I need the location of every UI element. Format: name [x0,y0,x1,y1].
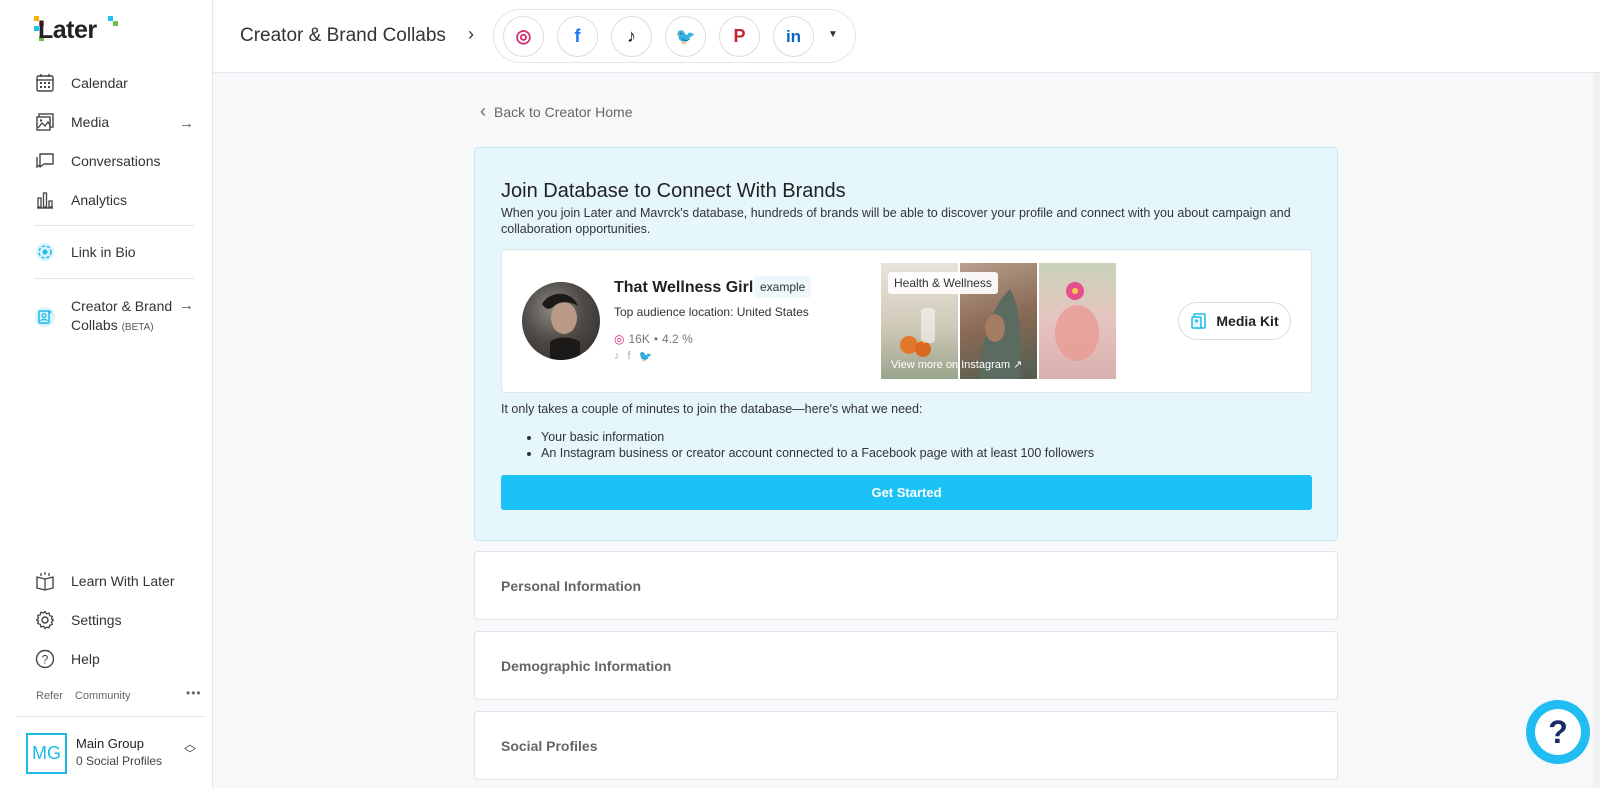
instagram-icon[interactable]: ◎ [503,16,544,57]
community-link[interactable]: Community [75,690,131,702]
sidebar-item-learn[interactable]: Learn With Later [34,566,204,596]
back-label: Back to Creator Home [494,103,633,120]
caret-down-icon[interactable]: ▼ [828,29,838,40]
card-description: When you join Later and Mavrck's databas… [501,206,1291,236]
more-options-icon[interactable]: ••• [186,686,202,700]
page-title: Creator & Brand Collabs [240,25,446,46]
sidebar-item-media[interactable]: Media → [34,107,204,137]
section-title: Personal Information [501,578,642,594]
sidebar-item-label: Help [71,650,100,667]
media-kit-label: Media Kit [1216,313,1279,329]
group-profiles-count: 0 Social Profiles [76,754,163,768]
example-profile-card: That Wellness Girl example Top audience … [501,249,1312,393]
stats-row: ◎ 16K • 4.2 % [614,332,693,346]
chevron-updown-icon[interactable]: ︿ ﹀ [184,738,196,760]
sidebar-item-conversations[interactable]: Conversations [34,146,204,176]
sidebar-item-link-in-bio[interactable]: Link in Bio [34,237,204,267]
chevron-left-icon: ‹ [480,101,486,121]
calendar-icon [34,72,56,94]
section-personal-information[interactable]: Personal Information [474,551,1338,620]
requirements-list: Your basic information An Instagram busi… [523,429,1094,461]
creator-name: That Wellness Girl [614,279,754,296]
sidebar-divider [34,225,194,226]
sidebar-item-label: Conversations [71,152,161,169]
gear-icon [34,609,56,631]
media-kit-button[interactable]: Media Kit [1178,302,1291,340]
twitter-icon: 🐦 [638,351,653,363]
get-started-button[interactable]: Get Started [501,475,1312,510]
pinterest-icon[interactable]: P [719,16,760,57]
sidebar-item-analytics[interactable]: Analytics [34,185,204,215]
view-more-instagram-link[interactable]: View more on Instagram ↗ [891,358,1022,371]
sidebar-item-label: Link in Bio [71,243,136,260]
logo-text: Later [38,15,97,44]
requirements-intro: It only takes a couple of minutes to joi… [501,402,923,416]
media-kit-icon [1191,313,1207,329]
svg-text:?: ? [42,653,49,667]
beta-badge: (BETA) [121,322,154,333]
audience-location: Top audience location: United States [614,305,809,319]
followers-count: 16K [628,332,650,346]
section-title: Social Profiles [501,738,598,754]
tiktok-icon[interactable]: ♪ [611,16,652,57]
section-social-profiles[interactable]: Social Profiles [474,711,1338,780]
scrollbar[interactable] [1593,73,1600,788]
social-profile-switcher: ◎ f ♪ 🐦 P in ▼ [493,9,856,63]
thumbnail-image [1039,263,1116,379]
instagram-thumbnails[interactable]: Health & Wellness View more on Instagram… [881,263,1118,379]
card-title: Join Database to Connect With Brands [501,180,846,202]
arrow-right-icon[interactable]: → [179,297,194,314]
category-tag: Health & Wellness [888,272,998,294]
linkedin-icon[interactable]: in [773,16,814,57]
media-icon [34,111,56,133]
secondary-socials: ♪ f 🐦 [614,350,652,363]
top-bar: Creator & Brand Collabs › ◎ f ♪ 🐦 P in ▼ [213,0,1600,73]
group-avatar: MG [26,733,67,774]
help-icon: ? [34,648,56,670]
later-logo[interactable]: Later [32,14,118,46]
section-title: Demographic Information [501,658,672,674]
sidebar-item-label: Media [71,113,110,130]
arrow-right-icon[interactable]: → [179,115,194,132]
facebook-icon[interactable]: f [557,16,598,57]
question-mark-icon: ? [1535,709,1581,755]
example-badge: example [754,276,812,298]
sidebar-item-help[interactable]: ? Help [34,644,204,674]
sidebar-item-label: Creator & Brand Collabs (BETA) [71,297,172,337]
link-in-bio-icon [34,241,56,263]
sidebar-divider [34,278,194,279]
list-item: An Instagram business or creator account… [541,445,1094,461]
join-database-card: Join Database to Connect With Brands Whe… [474,147,1338,541]
sidebar-item-creator-collabs[interactable]: Creator & Brand Collabs (BETA) → [34,294,204,340]
sidebar-item-label: Settings [71,611,122,628]
sidebar: Later Calendar Media → Conversations Ana… [0,0,213,788]
sidebar-item-label: Learn With Later [71,572,175,589]
sidebar-item-settings[interactable]: Settings [34,605,204,635]
footer-links: Refer Community [36,690,131,702]
collabs-label-line1: Creator & Brand [71,298,173,314]
dot-separator: • [653,332,659,346]
back-link[interactable]: ‹ Back to Creator Home [480,101,633,122]
group-name: Main Group [76,736,144,751]
refer-link[interactable]: Refer [36,690,63,702]
facebook-icon: f [627,350,631,362]
group-switcher[interactable]: MG Main Group 0 Social Profiles ︿ ﹀ [16,716,206,788]
analytics-icon [34,189,56,211]
conversations-icon [34,150,56,172]
learn-icon [34,570,56,592]
instagram-icon: ◎ [614,332,625,346]
section-demographic-information[interactable]: Demographic Information [474,631,1338,700]
avatar [522,282,600,360]
collabs-label-line2: Collabs [71,317,118,333]
tiktok-icon: ♪ [614,350,620,362]
engagement-rate: 4.2 % [662,332,693,346]
sidebar-item-calendar[interactable]: Calendar [34,68,204,98]
list-item: Your basic information [541,429,1094,445]
creator-collabs-icon [34,306,56,328]
sidebar-item-label: Analytics [71,191,128,208]
chevron-right-icon: › [468,24,474,44]
sidebar-item-label: Calendar [71,74,128,91]
twitter-icon[interactable]: 🐦 [665,16,706,57]
help-chat-button[interactable]: ? [1526,700,1590,764]
